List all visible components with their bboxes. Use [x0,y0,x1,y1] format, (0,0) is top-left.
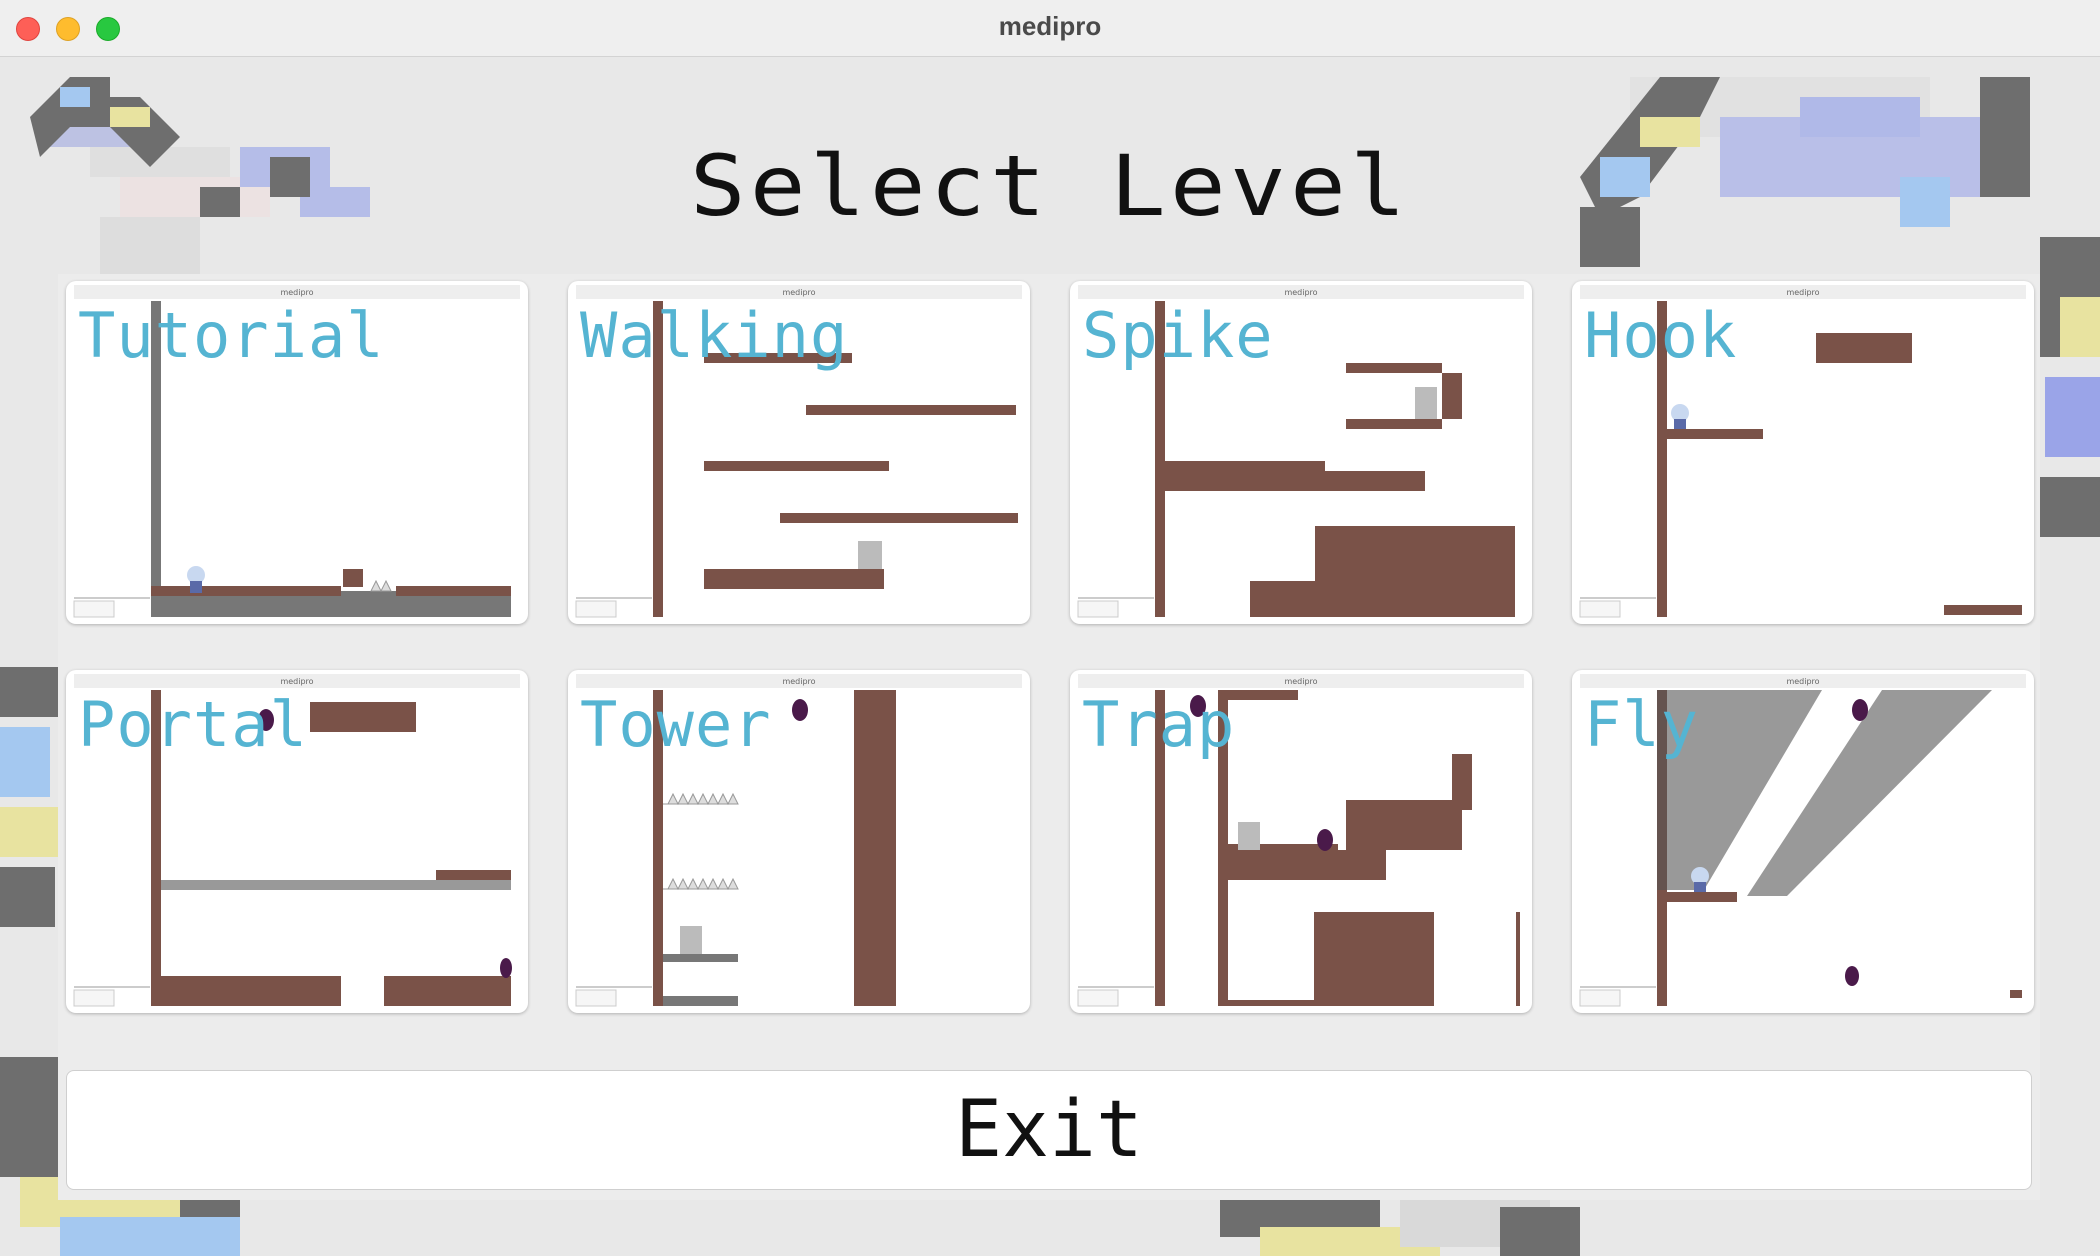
svg-text:medipro: medipro [1786,288,1819,297]
svg-text:medipro: medipro [1284,677,1317,686]
level-card-spike[interactable]: medipro Spike [1070,281,1532,624]
level-card-tower[interactable]: medipro Tower [568,670,1030,1013]
level-label: Portal [78,688,308,761]
level-card-hook[interactable]: medipro Hook [1572,281,2034,624]
level-card-walking[interactable]: medipro Walking [568,281,1030,624]
svg-text:medipro: medipro [280,288,313,297]
svg-text:medipro: medipro [782,677,815,686]
level-card-tutorial[interactable]: medipro Tutorial [66,281,528,624]
level-label: Tutorial [78,299,385,372]
svg-text:medipro: medipro [1284,288,1317,297]
exit-button[interactable]: Exit [66,1070,2032,1190]
page-title: Select Level [689,137,1411,235]
level-label: Walking [580,299,849,372]
app-content: Select Level Exit [0,57,2100,1256]
svg-text:medipro: medipro [782,288,815,297]
level-label: Hook [1584,299,1738,372]
level-card-trap[interactable]: medipro Trap [1070,670,1532,1013]
svg-text:medipro: medipro [1786,677,1819,686]
level-label: Tower [580,688,772,761]
window-title: medipro [998,11,1102,41]
level-label: Fly [1584,688,1699,761]
level-card-fly[interactable]: medipro Fly [1572,670,2034,1013]
window-titlebar: medipro [0,0,2100,57]
level-card-portal[interactable]: medipro Portal [66,670,528,1013]
exit-panel: Exit [58,1062,2040,1200]
level-label: Spike [1082,299,1274,372]
level-label: Trap [1082,688,1236,761]
svg-text:medipro: medipro [280,677,313,686]
